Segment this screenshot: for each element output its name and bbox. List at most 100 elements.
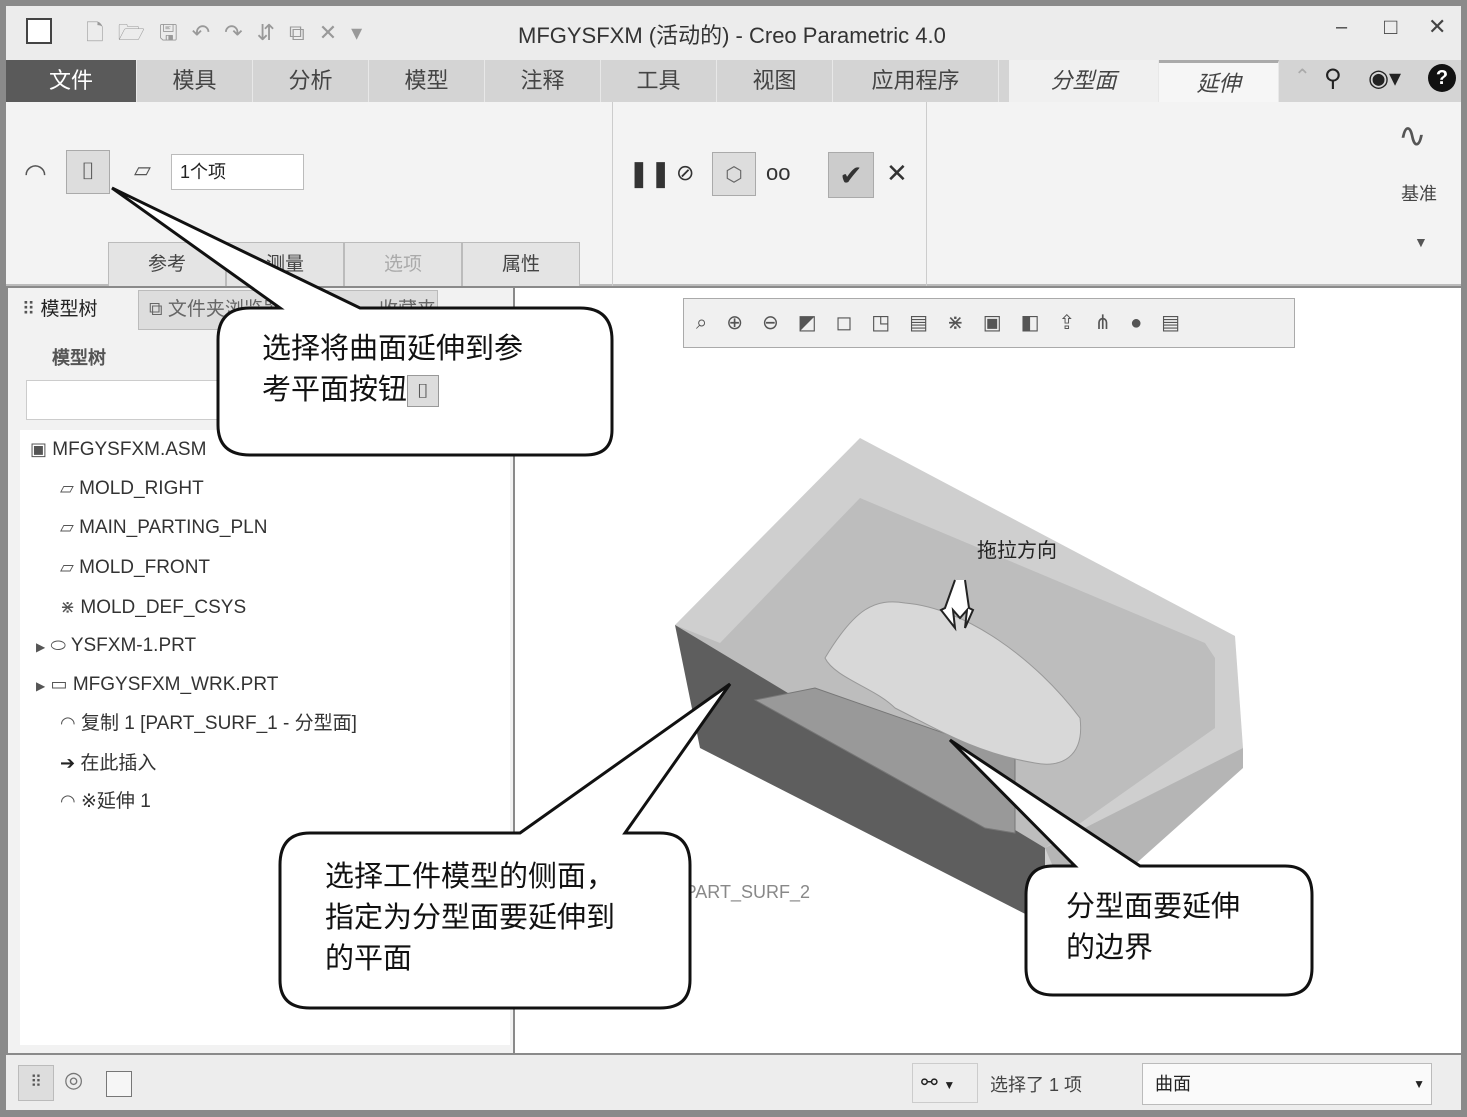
tree-item-label: MAIN_PARTING_PLN <box>79 517 268 538</box>
tab-view[interactable]: 视图 <box>717 60 833 102</box>
fullscreen-toggle-icon[interactable] <box>106 1071 132 1097</box>
callout-line: 的边界 <box>1066 930 1154 964</box>
find-button[interactable]: ⚯ ▼ <box>912 1063 978 1103</box>
callout-line: 选择将曲面延伸到参 <box>262 331 524 365</box>
pause-button[interactable]: ❚❚ <box>628 158 672 189</box>
insert-arrow-icon: ➔ <box>60 753 76 773</box>
binoculars-icon: ⚯ <box>921 1072 938 1094</box>
datum-curve-icon[interactable]: ∿ <box>1398 116 1427 156</box>
tree-item-label: ※延伸 1 <box>81 791 151 812</box>
callout-line: 的平面 <box>325 941 413 975</box>
surface-icon: ◠ <box>60 713 76 733</box>
app-menu-icon[interactable] <box>26 18 52 44</box>
tab-mold[interactable]: 模具 <box>137 60 253 102</box>
selection-filter-dropdown[interactable]: 曲面 ▼ <box>1142 1063 1432 1105</box>
tab-tools[interactable]: 工具 <box>601 60 717 102</box>
tab-extend[interactable]: 延伸 <box>1159 60 1279 102</box>
minimize-button[interactable]: – <box>1336 16 1347 39</box>
tree-item[interactable]: ▶ ⬭ YSFXM-1.PRT <box>36 630 196 660</box>
tree-item-label: MFGYSFXM.ASM <box>52 439 207 460</box>
tree-item[interactable]: ▣ MFGYSFXM.ASM <box>30 434 206 464</box>
expand-arrow-icon[interactable]: ▶ <box>36 632 45 662</box>
search-icon[interactable]: ⚲ <box>1324 64 1342 93</box>
subtab-options[interactable]: 选项 <box>344 242 462 286</box>
datum-group-label[interactable]: 基准 <box>1401 180 1437 206</box>
close-button[interactable]: ✕ <box>1428 14 1446 40</box>
maximize-button[interactable]: □ <box>1384 14 1397 40</box>
callout-text: 选择工件模型的侧面， 指定为分型面要延伸到 的平面 <box>325 856 615 979</box>
cancel-button[interactable]: ✕ <box>886 158 908 189</box>
extend-to-plane-icon: ⌷ <box>407 375 440 407</box>
datum-plane-icon: ▱ <box>60 478 74 498</box>
window-title: MFGYSFXM (活动的) - Creo Parametric 4.0 <box>518 23 946 48</box>
callout-text: 选择将曲面延伸到参 考平面按钮 ⌷ <box>262 328 523 410</box>
csys-icon: ⋇ <box>60 597 76 617</box>
tree-item-label: YSFXM-1.PRT <box>70 635 197 656</box>
tree-item-label: MOLD_DEF_CSYS <box>80 597 247 618</box>
extend-to-plane-button[interactable]: ⌷ <box>66 150 110 194</box>
tab-annotate[interactable]: 注释 <box>485 60 601 102</box>
tab-model-tree[interactable]: ⠿ 模型树 <box>8 288 138 330</box>
datum-plane-icon: ▱ <box>60 557 74 577</box>
help-icon[interactable]: ? <box>1428 64 1456 92</box>
browser-toggle-icon[interactable]: ◎ <box>64 1067 83 1093</box>
mold-model <box>675 438 1243 924</box>
subtab-measurements[interactable]: 测量 <box>226 242 344 286</box>
extend-dashboard: ◠ ⌷ ▱ 1个项 参考 测量 选项 属性 ❚❚ ⊘ ⬡ oo ✔ ✕ ∿ 基准… <box>6 102 1461 286</box>
tree-item-label: MOLD_RIGHT <box>79 478 204 499</box>
surface-label: PART_SURF_2 <box>684 882 810 902</box>
tree-item-label: MFGYSFXM_WRK.PRT <box>72 674 279 695</box>
tree-item[interactable]: ▱ MAIN_PARTING_PLN <box>60 512 267 542</box>
tree-item[interactable]: ➔ 在此插入 <box>60 748 156 778</box>
tree-item-label: MOLD_FRONT <box>79 557 211 578</box>
ribbon-tabs: 文件 模具 分析 模型 注释 工具 视图 应用程序 分型面 延伸 ⌃ ⚲ ◉▾ … <box>6 60 1461 102</box>
tree-item[interactable]: ◠ 复制 1 [PART_SURF_1 - 分型面] <box>60 708 357 738</box>
tree-item[interactable]: ▱ MOLD_RIGHT <box>60 473 204 503</box>
tab-parting-surface[interactable]: 分型面 <box>1009 60 1159 102</box>
chevron-down-icon: ▼ <box>1413 1077 1425 1091</box>
callout-text: 分型面要延伸 的边界 <box>1066 886 1240 968</box>
tree-item[interactable]: ▶ ▭ MFGYSFXM_WRK.PRT <box>36 669 278 699</box>
reference-collector[interactable]: 1个项 <box>171 154 304 190</box>
tab-favorites[interactable]: 收藏夹 <box>318 290 438 330</box>
no-preview-button[interactable]: ⊘ <box>676 160 694 186</box>
extend-along-surface-button[interactable]: ◠ <box>24 158 47 189</box>
tab-file[interactable]: 文件 <box>6 60 137 102</box>
surface-icon: ◠ <box>60 791 76 811</box>
subtab-references[interactable]: 参考 <box>108 242 226 286</box>
callout-line: 考平面按钮 <box>262 372 408 406</box>
tab-model-tree-label: 模型树 <box>40 299 98 320</box>
tab-folder-browser[interactable]: ⧉ 文件夹浏览器 <box>138 290 318 330</box>
callout-line: 选择工件模型的侧面， <box>325 859 616 893</box>
verify-preview-button[interactable]: ⬡ <box>712 152 756 196</box>
drag-direction-label: 拖拉方向 <box>977 540 1057 562</box>
callout-line: 分型面要延伸 <box>1066 889 1241 923</box>
tree-item-label: 在此插入 <box>80 753 157 774</box>
quick-access-toolbar[interactable]: 🗋🗁🖫↶↷⇵⧉✕▾ <box>86 16 376 54</box>
tab-folder-browser-label: 文件夹浏览器 <box>167 299 282 320</box>
collapse-ribbon-icon[interactable]: ⌃ <box>1294 64 1311 89</box>
datum-plane-icon: ▱ <box>60 517 74 537</box>
part-icon: ⬭ <box>50 635 66 655</box>
selection-filter-value: 曲面 <box>1155 1074 1191 1094</box>
tree-item[interactable]: ▱ MOLD_FRONT <box>60 552 210 582</box>
assembly-icon: ▣ <box>30 439 48 459</box>
subtab-properties[interactable]: 属性 <box>462 242 580 286</box>
datum-dropdown-icon[interactable]: ▼ <box>1414 234 1428 250</box>
selection-status: 选择了 1 项 <box>990 1075 1083 1095</box>
tree-item[interactable]: ⋇ MOLD_DEF_CSYS <box>60 592 246 622</box>
show-tree-toggle[interactable]: ⠿ <box>18 1065 54 1101</box>
tab-applications[interactable]: 应用程序 <box>833 60 999 102</box>
part-icon: ▭ <box>50 674 68 694</box>
glasses-preview-button[interactable]: oo <box>766 160 790 186</box>
tree-item[interactable]: ◠ ※延伸 1 <box>60 786 151 816</box>
title-bar: 🗋🗁🖫↶↷⇵⧉✕▾ MFGYSFXM (活动的) - Creo Parametr… <box>6 6 1461 60</box>
tab-model[interactable]: 模型 <box>369 60 485 102</box>
community-icon[interactable]: ◉▾ <box>1368 64 1401 93</box>
graphics-viewport[interactable]: ⌕⊕⊖◩◻◳▤⋇▣◧⇪⋔●▤ 拖拉方向 PART_SURF_2 <box>515 288 1461 1053</box>
tab-analysis[interactable]: 分析 <box>253 60 369 102</box>
model-tree-header: 模型树 <box>52 348 106 368</box>
expand-arrow-icon[interactable]: ▶ <box>36 671 45 701</box>
status-bar: ⠿ ◎ ⚯ ▼ 选择了 1 项 曲面 ▼ <box>6 1055 1461 1110</box>
ok-button[interactable]: ✔ <box>828 152 874 198</box>
